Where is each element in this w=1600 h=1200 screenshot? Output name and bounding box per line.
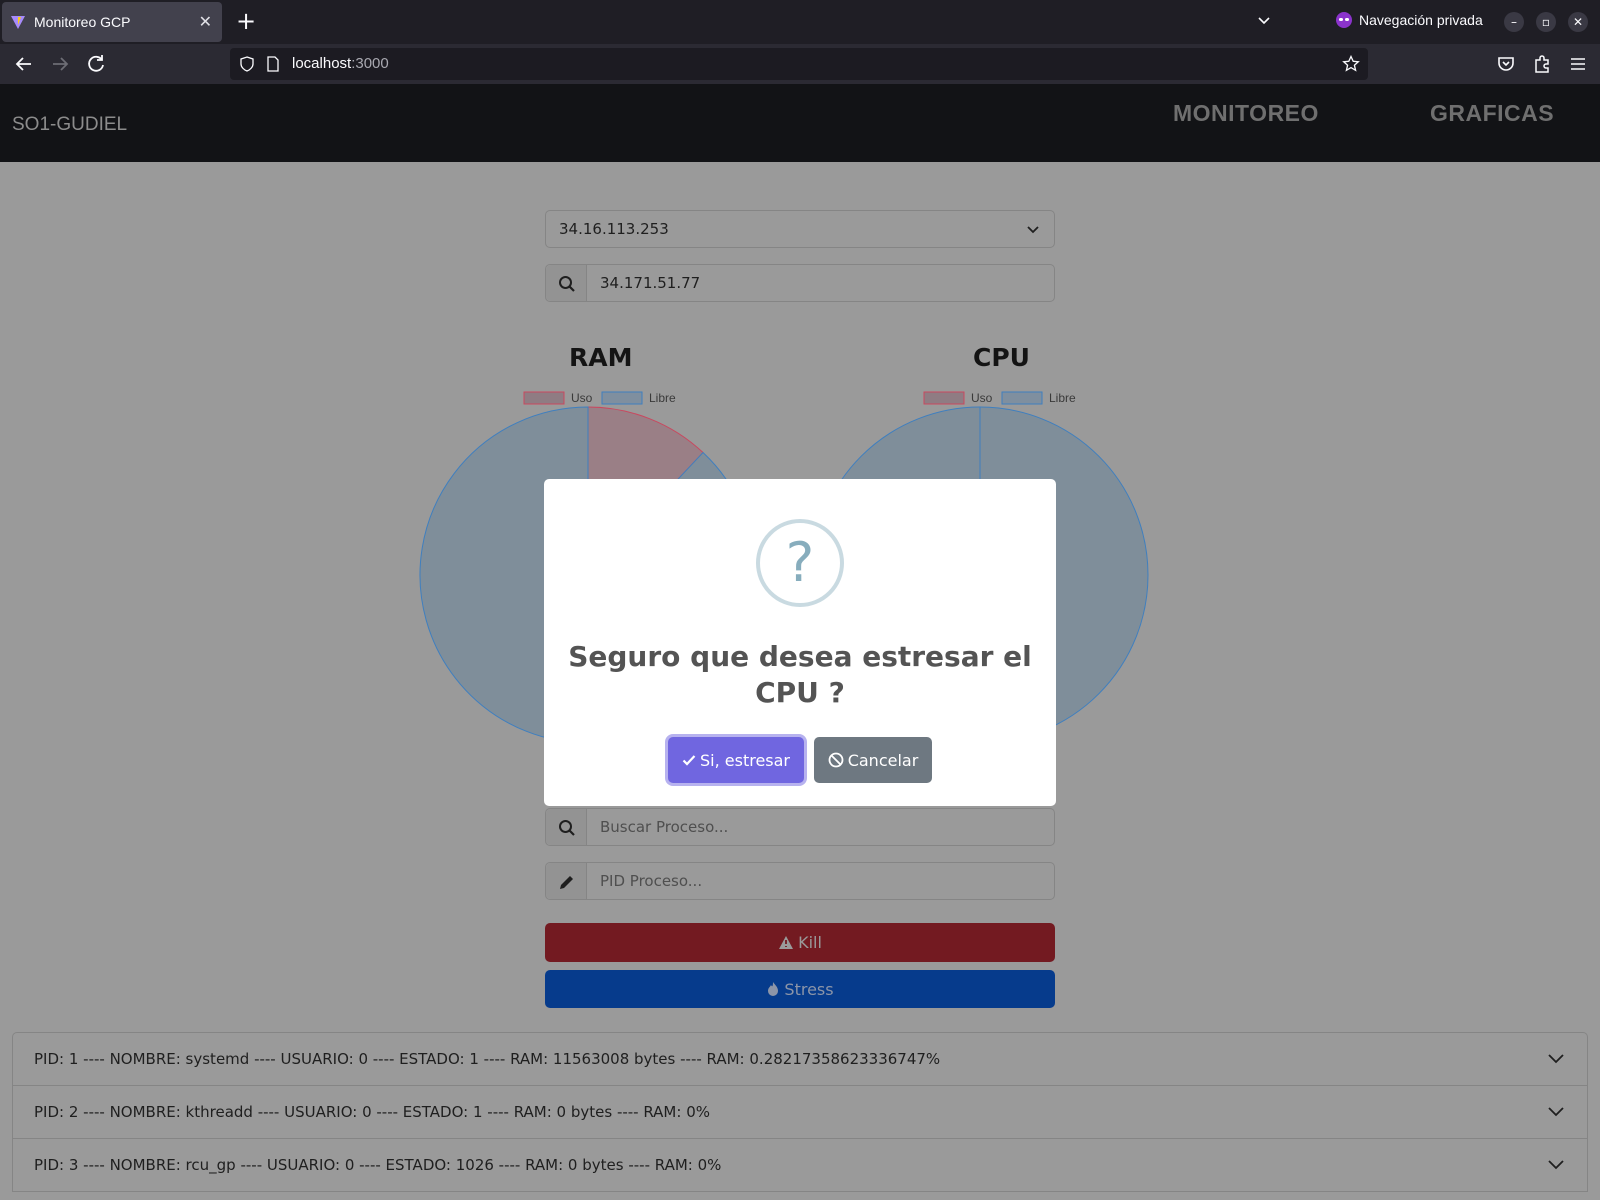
process-search-addon: [546, 809, 587, 845]
private-browsing-indicator: Navegación privada: [1336, 12, 1483, 28]
stress-button-label: Stress: [784, 979, 834, 999]
search-icon: [559, 820, 575, 836]
page-icon: [267, 56, 279, 72]
nav-link-graficas[interactable]: GRAFICAS: [1430, 100, 1554, 127]
ram-chart-title: RAM: [569, 343, 633, 372]
dialog-title: Seguro que desea estresar el CPU ?: [568, 640, 1032, 709]
process-row-text: PID: 1 ---- NOMBRE: systemd ---- USUARIO…: [34, 1050, 941, 1068]
process-row-text: PID: 2 ---- NOMBRE: kthreadd ---- USUARI…: [34, 1103, 710, 1121]
ram-legend-uso-label: Uso: [571, 391, 593, 405]
forward-arrow-icon[interactable]: [48, 52, 72, 76]
minimize-window-button[interactable]: –: [1504, 12, 1524, 32]
process-accordion: PID: 1 ---- NOMBRE: systemd ---- USUARIO…: [12, 1032, 1588, 1192]
chevron-down-icon: [1548, 1107, 1564, 1117]
process-row-text: PID: 3 ---- NOMBRE: rcu_gp ---- USUARIO:…: [34, 1156, 722, 1174]
browser-tab-bar: Monitoreo GCP ✕ + Navegación privada – ▫…: [0, 0, 1600, 44]
private-mask-icon: [1336, 12, 1352, 28]
pid-addon: [546, 863, 587, 899]
url-port: :3000: [351, 55, 389, 72]
hamburger-menu-icon[interactable]: [1566, 52, 1590, 76]
cpu-legend-uso-label: Uso: [971, 391, 993, 405]
vite-favicon-icon: [11, 16, 25, 29]
stress-button[interactable]: Stress: [545, 970, 1055, 1008]
ram-legend-libre-label: Libre: [649, 391, 676, 405]
new-tab-button[interactable]: +: [232, 8, 260, 36]
url-text[interactable]: localhost:3000: [292, 55, 389, 72]
search-icon: [559, 276, 575, 292]
confirm-stress-dialog: ? Seguro que desea estresar el CPU ? Si,…: [544, 479, 1056, 806]
extensions-puzzle-icon[interactable]: [1530, 52, 1554, 76]
fire-icon: [768, 982, 779, 996]
ban-icon: [828, 752, 844, 768]
process-search-field[interactable]: Buscar Proceso...: [545, 808, 1055, 846]
back-arrow-icon[interactable]: [12, 52, 36, 76]
cpu-legend-libre-swatch: [1001, 391, 1043, 405]
process-row[interactable]: PID: 3 ---- NOMBRE: rcu_gp ---- USUARIO:…: [13, 1139, 1587, 1192]
confirm-button-label: Si, estresar: [699, 750, 790, 770]
ip-search-field[interactable]: 34.171.51.77: [545, 264, 1055, 302]
browser-tab[interactable]: Monitoreo GCP ✕: [2, 2, 222, 42]
cpu-chart-title: CPU: [973, 343, 1030, 372]
site-header: SO1-GUDIEL MONITOREO GRAFICAS: [0, 84, 1600, 162]
url-host: localhost: [292, 55, 352, 72]
restore-window-button[interactable]: ▫: [1536, 12, 1556, 32]
ram-legend-libre-swatch: [601, 391, 643, 405]
question-icon: ?: [756, 519, 844, 607]
vm-ip-select-value: 34.16.113.253: [559, 220, 669, 238]
pid-input[interactable]: PID Proceso...: [600, 872, 702, 890]
shield-icon[interactable]: [239, 56, 255, 72]
process-search-input[interactable]: Buscar Proceso...: [600, 818, 728, 836]
nav-link-monitoreo[interactable]: MONITOREO: [1173, 100, 1319, 127]
cancel-button-label: Cancelar: [847, 750, 919, 770]
tab-list-chevron-icon[interactable]: [1256, 12, 1272, 28]
bookmark-star-icon[interactable]: [1342, 55, 1360, 73]
ip-search-addon: [546, 265, 587, 301]
vm-ip-select[interactable]: 34.16.113.253: [545, 210, 1055, 248]
reload-icon[interactable]: [84, 52, 108, 76]
private-browsing-label: Navegación privada: [1359, 12, 1483, 28]
pencil-icon: [560, 876, 573, 889]
pid-field[interactable]: PID Proceso...: [545, 862, 1055, 900]
check-icon: [682, 755, 696, 766]
pocket-icon[interactable]: [1494, 52, 1518, 76]
address-bar[interactable]: localhost:3000: [230, 48, 1368, 80]
cancel-button[interactable]: Cancelar: [814, 737, 932, 783]
browser-nav-bar: localhost:3000: [0, 44, 1600, 84]
ip-search-input[interactable]: 34.171.51.77: [600, 274, 700, 292]
cpu-legend-libre-label: Libre: [1049, 391, 1076, 405]
process-row[interactable]: PID: 2 ---- NOMBRE: kthreadd ---- USUARI…: [13, 1086, 1587, 1139]
ram-legend-uso-swatch: [523, 391, 565, 405]
kill-button[interactable]: Kill: [545, 923, 1055, 962]
chevron-down-icon: [1548, 1160, 1564, 1170]
kill-button-label: Kill: [798, 933, 822, 952]
cpu-legend-uso-swatch: [923, 391, 965, 405]
confirm-stress-button[interactable]: Si, estresar: [668, 737, 804, 783]
process-row[interactable]: PID: 1 ---- NOMBRE: systemd ---- USUARIO…: [13, 1033, 1587, 1086]
close-tab-icon[interactable]: ✕: [199, 12, 212, 31]
warning-triangle-icon: [779, 936, 794, 949]
chevron-down-icon: [1548, 1054, 1564, 1064]
tab-title: Monitoreo GCP: [34, 14, 131, 30]
brand-logo-text[interactable]: SO1-GUDIEL: [12, 114, 127, 136]
close-window-button[interactable]: ✕: [1568, 12, 1588, 32]
chevron-down-icon: [1027, 226, 1039, 234]
